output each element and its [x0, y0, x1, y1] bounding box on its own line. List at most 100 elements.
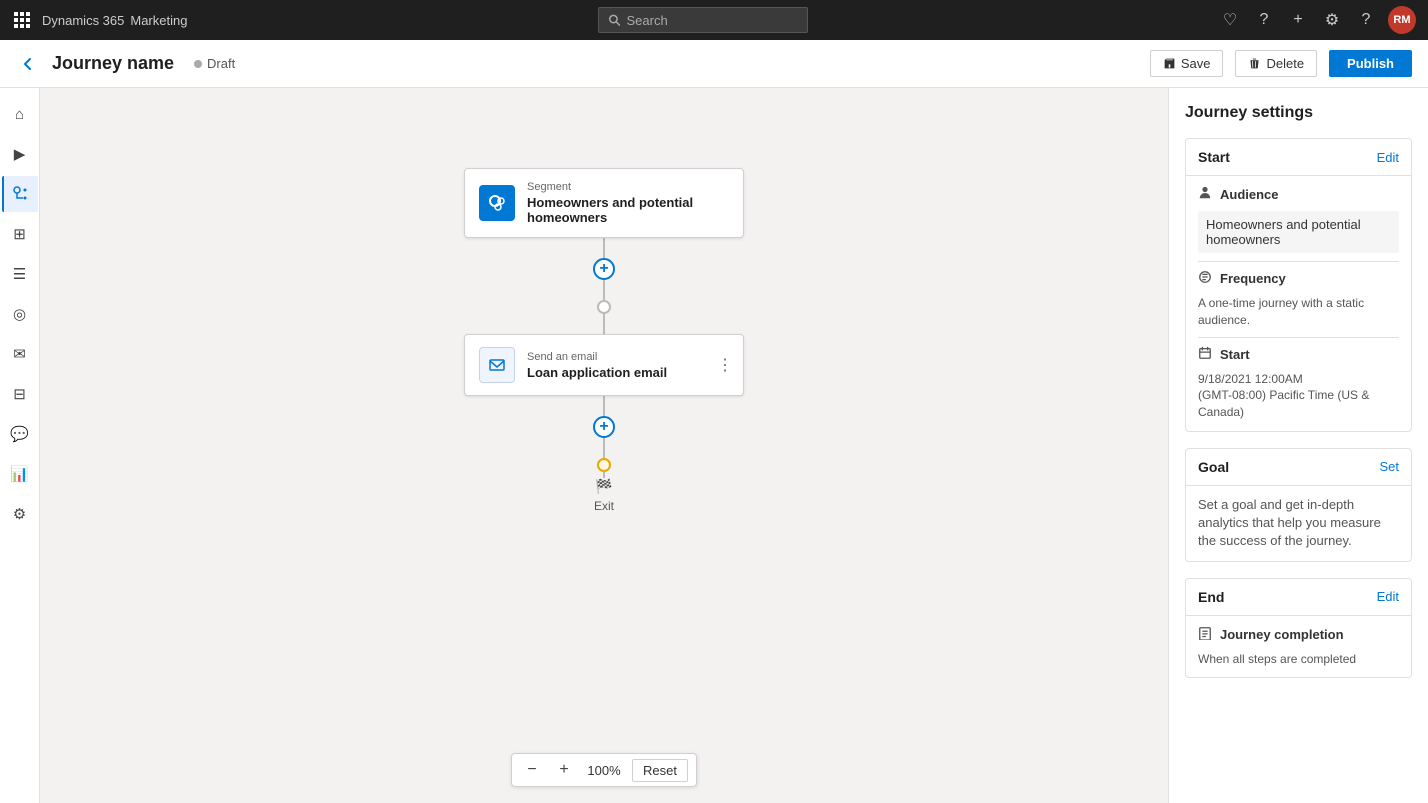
draft-badge: Draft: [194, 56, 235, 71]
line-1b: [603, 280, 605, 300]
zoom-out-button[interactable]: −: [520, 758, 544, 782]
top-nav-actions: ♡ ? + ⚙ ? RM: [1218, 6, 1416, 34]
delete-button[interactable]: Delete: [1235, 50, 1317, 77]
sidebar-item-settings2[interactable]: ⚙: [2, 496, 38, 532]
settings-icon[interactable]: ⚙: [1320, 8, 1344, 32]
audience-label: Audience: [1220, 187, 1279, 202]
exit-flag-icon: 🏁: [595, 478, 612, 495]
question-icon[interactable]: ?: [1354, 8, 1378, 32]
end-edit-link[interactable]: Edit: [1377, 589, 1399, 604]
completion-icon: [1198, 626, 1212, 643]
add-step-1[interactable]: +: [593, 258, 615, 280]
frequency-icon: [1198, 270, 1212, 287]
segment-node-title: Homeowners and potential homeowners: [527, 195, 729, 225]
start-section-body: Audience Homeowners and potential homeow…: [1186, 176, 1411, 431]
audience-icon: [1198, 186, 1212, 203]
draft-dot: [194, 60, 202, 68]
completion-label: Journey completion: [1220, 627, 1344, 642]
email-node-title: Loan application email: [527, 365, 667, 380]
add-icon[interactable]: +: [1286, 8, 1310, 32]
feedback-icon[interactable]: ♡: [1218, 8, 1242, 32]
zoom-percent: 100%: [584, 763, 624, 778]
end-section-title: End: [1198, 589, 1224, 605]
zoom-in-button[interactable]: +: [552, 758, 576, 782]
circle-2: [597, 458, 611, 472]
exit-label: Exit: [594, 499, 614, 513]
start-datetime: 9/18/2021 12:00AM (GMT-08:00) Pacific Ti…: [1198, 371, 1399, 421]
segment-node[interactable]: Segment Homeowners and potential homeown…: [464, 168, 744, 238]
publish-button[interactable]: Publish: [1329, 50, 1412, 77]
start-time-icon: [1198, 346, 1212, 363]
completion-row: Journey completion: [1198, 626, 1399, 643]
goal-section-title: Goal: [1198, 459, 1229, 475]
segment-icon: [479, 185, 515, 221]
start-edit-link[interactable]: Edit: [1377, 150, 1399, 165]
add-step-2[interactable]: +: [593, 416, 615, 438]
goal-section-header: Goal Set: [1186, 449, 1411, 486]
frequency-value: A one-time journey with a static audienc…: [1198, 295, 1399, 329]
top-nav: Dynamics 365 Marketing ♡ ? + ⚙ ? RM: [0, 0, 1428, 40]
start-section-header: Start Edit: [1186, 139, 1411, 176]
email-icon: [479, 347, 515, 383]
start-label: Start: [1220, 347, 1250, 362]
toolbar: Journey name Draft Save Delete Publish: [0, 40, 1428, 88]
journey-canvas: Segment Homeowners and potential homeown…: [40, 88, 1168, 763]
email-node-more[interactable]: ⋮: [717, 355, 733, 375]
line-1c: [603, 314, 605, 334]
panel-start-section: Start Edit Audience Homeowners and poten…: [1185, 138, 1412, 432]
brand-name: Dynamics 365: [42, 13, 124, 28]
right-panel: Journey settings Start Edit Audience Hom…: [1168, 88, 1428, 803]
sidebar-item-forms[interactable]: ⊟: [2, 376, 38, 412]
avatar[interactable]: RM: [1388, 6, 1416, 34]
canvas-area: Segment Homeowners and potential homeown…: [40, 88, 1168, 803]
goal-section-body: Set a goal and get in-depth analytics th…: [1186, 486, 1411, 561]
line-2b: [603, 438, 605, 458]
line-1a: [603, 238, 605, 258]
end-section-body: Journey completion When all steps are co…: [1186, 616, 1411, 678]
connector-1: +: [593, 238, 615, 334]
frequency-label: Frequency: [1220, 271, 1286, 286]
email-node[interactable]: Send an email Loan application email ⋮: [464, 334, 744, 396]
completion-value: When all steps are completed: [1198, 651, 1399, 668]
end-section-header: End Edit: [1186, 579, 1411, 616]
zoom-controls: − + 100% Reset: [511, 753, 697, 787]
module-name: Marketing: [130, 13, 187, 28]
email-node-label: Send an email: [527, 351, 667, 363]
sidebar-item-segments[interactable]: ⊞: [2, 216, 38, 252]
panel-goal-section: Goal Set Set a goal and get in-depth ana…: [1185, 448, 1412, 562]
sidebar: ⌂ ▶ ⊞ ☰ ◎ ✉ ⊟ 💬 📊 ⚙: [0, 88, 40, 803]
exit-node: 🏁 Exit: [594, 478, 614, 513]
connector-2: +: [593, 396, 615, 478]
back-button[interactable]: [16, 52, 40, 76]
sidebar-item-mail[interactable]: ✉: [2, 336, 38, 372]
start-value: 9/18/2021 12:00AM: [1198, 372, 1303, 386]
goal-set-link[interactable]: Set: [1379, 459, 1399, 474]
page-title: Journey name: [52, 53, 174, 74]
email-node-text: Send an email Loan application email: [527, 351, 667, 380]
goal-description: Set a goal and get in-depth analytics th…: [1198, 496, 1399, 551]
sidebar-item-home[interactable]: ⌂: [2, 96, 38, 132]
start-timezone: (GMT-08:00) Pacific Time (US & Canada): [1198, 388, 1369, 419]
audience-row: Audience: [1198, 186, 1399, 203]
save-button[interactable]: Save: [1150, 50, 1224, 77]
search-box[interactable]: [598, 7, 808, 33]
panel-title: Journey settings: [1185, 104, 1412, 122]
sidebar-item-filter[interactable]: ☰: [2, 256, 38, 292]
segment-node-label: Segment: [527, 181, 729, 193]
sidebar-item-play[interactable]: ▶: [2, 136, 38, 172]
line-2a: [603, 396, 605, 416]
zoom-reset-button[interactable]: Reset: [632, 759, 688, 782]
search-input[interactable]: [626, 13, 796, 28]
help-icon[interactable]: ?: [1252, 8, 1276, 32]
start-section-title: Start: [1198, 149, 1230, 165]
circle-1: [597, 300, 611, 314]
sidebar-item-analytics[interactable]: 📊: [2, 456, 38, 492]
frequency-row: Frequency: [1198, 270, 1399, 287]
segment-node-text: Segment Homeowners and potential homeown…: [527, 181, 729, 225]
sidebar-item-leads[interactable]: ◎: [2, 296, 38, 332]
sidebar-item-journeys[interactable]: [2, 176, 38, 212]
main-layout: ⌂ ▶ ⊞ ☰ ◎ ✉ ⊟ 💬 📊 ⚙: [0, 88, 1428, 803]
sidebar-item-chat[interactable]: 💬: [2, 416, 38, 452]
start-time-row: Start: [1198, 346, 1399, 363]
grid-menu-icon[interactable]: [12, 10, 32, 30]
